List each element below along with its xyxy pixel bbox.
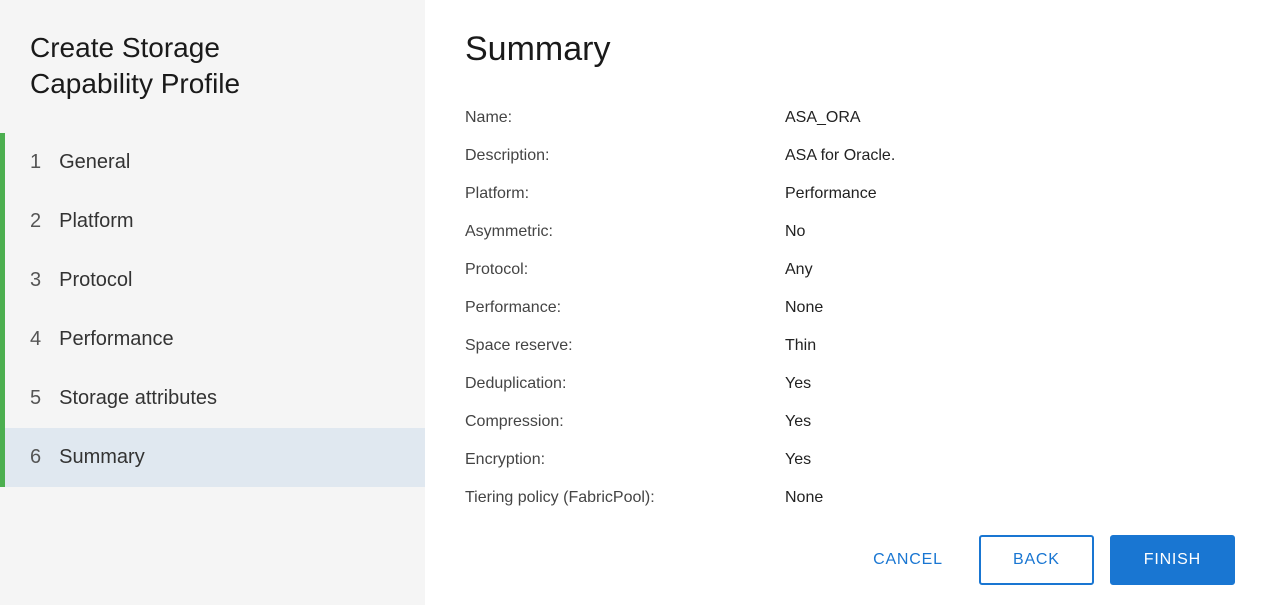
step-label: General [59, 151, 130, 174]
sidebar-step-performance[interactable]: 4 Performance [0, 310, 425, 369]
row-value: Performance [785, 185, 1215, 203]
step-label: Storage attributes [59, 387, 217, 410]
row-label: Space reserve: [465, 337, 785, 355]
step-label: Summary [59, 446, 145, 469]
row-value: ASA for Oracle. [785, 147, 1215, 165]
step-indicator [0, 310, 5, 369]
sidebar-step-summary[interactable]: 6 Summary [0, 428, 425, 487]
step-indicator [0, 192, 5, 251]
sidebar-step-storage-attributes[interactable]: 5 Storage attributes [0, 369, 425, 428]
row-value: Thin [785, 337, 1215, 355]
step-number: 4 [30, 328, 41, 351]
summary-area: Name:ASA_ORADescription:ASA for Oracle.P… [465, 99, 1235, 515]
step-number: 3 [30, 269, 41, 292]
row-label: Asymmetric: [465, 223, 785, 241]
sidebar: Create StorageCapability Profile 1 Genera… [0, 0, 425, 605]
sidebar-title: Create StorageCapability Profile [0, 30, 425, 133]
table-row: Tiering policy (FabricPool):None [465, 479, 1215, 515]
cancel-button[interactable]: CANCEL [853, 537, 963, 583]
table-row: Space reserve:Thin [465, 327, 1215, 365]
step-indicator [0, 133, 5, 192]
summary-table: Name:ASA_ORADescription:ASA for Oracle.P… [465, 99, 1215, 515]
table-row: Protocol:Any [465, 251, 1215, 289]
step-number: 1 [30, 151, 41, 174]
table-row: Name:ASA_ORA [465, 99, 1215, 137]
step-indicator [0, 251, 5, 310]
row-label: Description: [465, 147, 785, 165]
row-value: None [785, 299, 1215, 317]
step-indicator [0, 428, 5, 487]
row-value: Yes [785, 451, 1215, 469]
step-number: 6 [30, 446, 41, 469]
table-row: Description:ASA for Oracle. [465, 137, 1215, 175]
main-panel: Summary Name:ASA_ORADescription:ASA for … [425, 0, 1275, 605]
table-row: Asymmetric:No [465, 213, 1215, 251]
step-label: Performance [59, 328, 174, 351]
sidebar-steps: 1General2Platform3Protocol4Performance5S… [0, 133, 425, 605]
step-label: Protocol [59, 269, 132, 292]
main-content: Summary Name:ASA_ORADescription:ASA for … [425, 0, 1275, 515]
table-row: Performance:None [465, 289, 1215, 327]
step-indicator [0, 369, 5, 428]
row-value: No [785, 223, 1215, 241]
finish-button[interactable]: FINISH [1110, 535, 1235, 585]
sidebar-step-protocol[interactable]: 3 Protocol [0, 251, 425, 310]
footer-actions: CANCEL BACK FINISH [425, 515, 1275, 605]
step-number: 2 [30, 210, 41, 233]
table-row: Deduplication:Yes [465, 365, 1215, 403]
row-label: Compression: [465, 413, 785, 431]
step-number: 5 [30, 387, 41, 410]
row-label: Deduplication: [465, 375, 785, 393]
table-row: Encryption:Yes [465, 441, 1215, 479]
row-value: Any [785, 261, 1215, 279]
row-label: Name: [465, 109, 785, 127]
row-label: Protocol: [465, 261, 785, 279]
back-button[interactable]: BACK [979, 535, 1094, 585]
row-label: Encryption: [465, 451, 785, 469]
row-value: ASA_ORA [785, 109, 1215, 127]
row-value: None [785, 489, 1215, 507]
row-value: Yes [785, 413, 1215, 431]
row-label: Tiering policy (FabricPool): [465, 489, 785, 507]
table-row: Platform:Performance [465, 175, 1215, 213]
sidebar-step-general[interactable]: 1 General [0, 133, 425, 192]
table-row: Compression:Yes [465, 403, 1215, 441]
sidebar-step-platform[interactable]: 2 Platform [0, 192, 425, 251]
row-label: Performance: [465, 299, 785, 317]
page-title: Summary [465, 30, 1235, 69]
row-value: Yes [785, 375, 1215, 393]
step-label: Platform [59, 210, 133, 233]
row-label: Platform: [465, 185, 785, 203]
